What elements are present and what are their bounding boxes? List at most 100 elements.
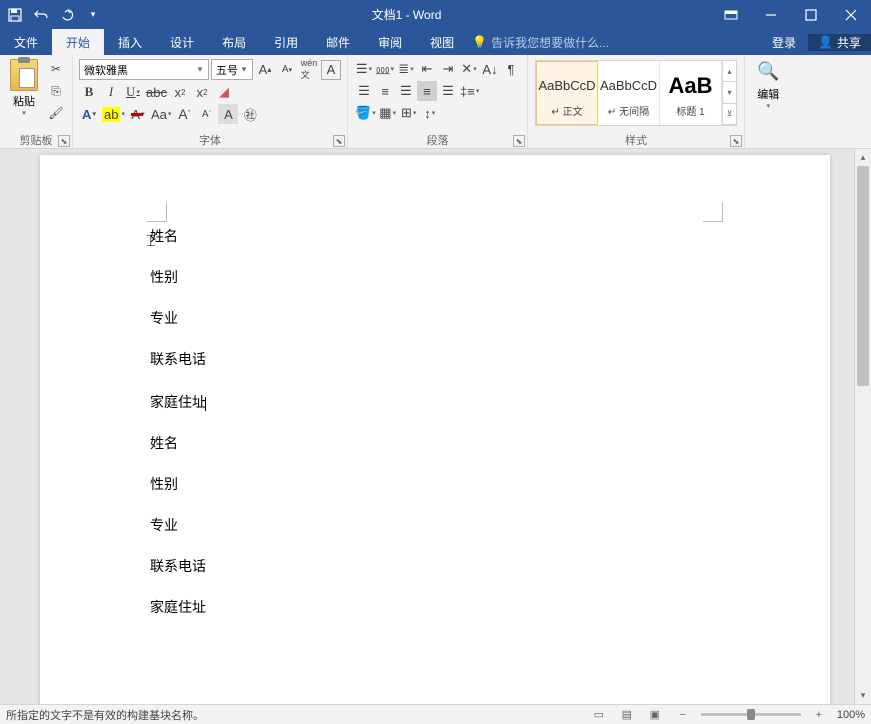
gallery-more-button[interactable]: ⊻ xyxy=(723,104,736,125)
multilevel-button[interactable]: ≣▾ xyxy=(396,59,416,79)
tab-layout[interactable]: 布局 xyxy=(208,29,260,55)
format-painter-button[interactable]: 🖌 xyxy=(46,103,66,123)
doc-line[interactable]: 专业 xyxy=(150,313,206,327)
font-color-button[interactable]: A▾ xyxy=(128,104,148,124)
doc-line[interactable]: 联系电话 xyxy=(150,561,206,575)
bold-button[interactable]: B xyxy=(79,82,99,102)
tab-insert[interactable]: 插入 xyxy=(104,29,156,55)
style-no-spacing[interactable]: AaBbCcD ↵ 无间隔 xyxy=(598,61,660,125)
page[interactable]: ⌶ 姓名 性别 专业 联系电话 家庭住址 姓名 性别 专业 联系电话 家庭住址 xyxy=(40,155,830,704)
editing-button[interactable]: 🔍 编辑 ▾ xyxy=(749,57,787,114)
char-border-button[interactable]: A xyxy=(321,60,341,80)
grow-font-button[interactable]: A▴ xyxy=(255,60,275,80)
sort-button[interactable]: A↓ xyxy=(480,59,500,79)
share-button[interactable]: 👤 共享 xyxy=(808,34,871,51)
doc-line[interactable]: 姓名 xyxy=(150,438,206,452)
subscript-button[interactable]: x2 xyxy=(170,82,190,102)
doc-line[interactable]: 性别 xyxy=(150,272,206,286)
doc-line[interactable]: 性别 xyxy=(150,479,206,493)
align-right-button[interactable]: ☰ xyxy=(396,81,416,101)
web-layout-button[interactable]: ▣ xyxy=(645,707,665,723)
save-icon[interactable] xyxy=(6,6,24,24)
paragraph-launcher[interactable]: ⬊ xyxy=(513,135,525,147)
styles-launcher[interactable]: ⬊ xyxy=(730,135,742,147)
borders-button[interactable]: ▦▾ xyxy=(378,103,398,123)
scroll-down-button[interactable]: ▾ xyxy=(855,687,871,704)
qa-dropdown-icon[interactable]: ▾ xyxy=(84,6,102,24)
clear-formatting-button[interactable]: ◢ xyxy=(214,82,234,102)
text-effects-button[interactable]: A▾ xyxy=(79,104,99,124)
gallery-down-button[interactable]: ▾ xyxy=(723,82,736,103)
phonetic-guide-button[interactable]: wén文 xyxy=(299,60,319,80)
tab-home[interactable]: 开始 xyxy=(52,29,104,55)
doc-line[interactable]: 姓名 xyxy=(150,231,206,245)
undo-icon[interactable] xyxy=(32,6,50,24)
decrease-indent-button[interactable]: ⇤ xyxy=(417,59,437,79)
scroll-up-button[interactable]: ▴ xyxy=(855,149,871,166)
login-button[interactable]: 登录 xyxy=(760,34,808,51)
tell-me-search[interactable]: 💡 告诉我您想要做什么... xyxy=(468,29,609,55)
gallery-up-button[interactable]: ▴ xyxy=(723,61,736,82)
style-normal[interactable]: AaBbCcD ↵ 正文 xyxy=(536,61,598,125)
maximize-button[interactable] xyxy=(791,0,831,29)
cut-button[interactable]: ✂ xyxy=(46,59,66,79)
scroll-thumb[interactable] xyxy=(857,166,869,386)
underline-button[interactable]: U▾ xyxy=(123,82,143,102)
scroll-track[interactable] xyxy=(855,166,871,687)
clipboard-launcher[interactable]: ⬊ xyxy=(58,135,70,147)
close-button[interactable] xyxy=(831,0,871,29)
doc-line[interactable]: 家庭住址 xyxy=(150,602,206,616)
bulb-icon: 💡 xyxy=(472,35,487,49)
bullets-button[interactable]: ☰▾ xyxy=(354,59,374,79)
font-size-combo[interactable]: 五号 ▾ xyxy=(211,59,253,80)
zoom-out-button[interactable]: − xyxy=(673,707,693,723)
read-mode-button[interactable]: ▭ xyxy=(589,707,609,723)
style-heading1[interactable]: AaB 标题 1 xyxy=(660,61,722,125)
show-marks-button[interactable]: ¶ xyxy=(501,59,521,79)
italic-button[interactable]: I xyxy=(101,82,121,102)
shading-button[interactable]: 🪣▾ xyxy=(354,103,377,123)
justify-button[interactable]: ≡ xyxy=(417,81,437,101)
redo-icon[interactable] xyxy=(58,6,76,24)
superscript-button[interactable]: x2 xyxy=(192,82,212,102)
strikethrough-button[interactable]: abc xyxy=(145,82,168,102)
zoom-slider[interactable] xyxy=(701,713,801,716)
minimize-button[interactable] xyxy=(751,0,791,29)
print-layout-button[interactable]: ▤ xyxy=(617,707,637,723)
tab-view[interactable]: 视图 xyxy=(416,29,468,55)
tab-references[interactable]: 引用 xyxy=(260,29,312,55)
tab-review[interactable]: 审阅 xyxy=(364,29,416,55)
shrink-font-button[interactable]: A▾ xyxy=(277,60,297,80)
snap-grid-button[interactable]: ⊞▾ xyxy=(399,103,419,123)
font-name-combo[interactable]: 微软雅黑 ▾ xyxy=(79,59,209,80)
tab-file[interactable]: 文件 xyxy=(0,29,52,55)
asian-layout-button[interactable]: ✕▾ xyxy=(459,59,479,79)
tab-mailings[interactable]: 邮件 xyxy=(312,29,364,55)
grow-font2-button[interactable]: Aˆ xyxy=(174,104,194,124)
numbering-button[interactable]: ⅏▾ xyxy=(375,59,395,79)
char-shading-button[interactable]: A xyxy=(218,104,238,124)
document-scroll[interactable]: ⌶ 姓名 性别 专业 联系电话 家庭住址 姓名 性别 专业 联系电话 家庭住址 xyxy=(0,149,854,704)
shrink-font2-button[interactable]: Aˇ xyxy=(196,104,216,124)
text-direction-button[interactable]: ↕▾ xyxy=(420,103,440,123)
zoom-level[interactable]: 100% xyxy=(837,709,865,721)
font-launcher[interactable]: ⬊ xyxy=(333,135,345,147)
doc-line[interactable]: 家庭住址 xyxy=(150,395,206,411)
copy-button[interactable]: ⎘ xyxy=(46,81,66,101)
enclose-char-button[interactable]: ㊓ xyxy=(240,104,260,124)
doc-line[interactable]: 联系电话 xyxy=(150,354,206,368)
zoom-in-button[interactable]: + xyxy=(809,707,829,723)
paste-button[interactable]: 粘贴 ▾ xyxy=(4,57,44,119)
distribute-button[interactable]: ☰ xyxy=(438,81,458,101)
align-left-button[interactable]: ☰ xyxy=(354,81,374,101)
increase-indent-button[interactable]: ⇥ xyxy=(438,59,458,79)
ribbon-display-icon[interactable] xyxy=(711,0,751,29)
change-case-button[interactable]: Aa▾ xyxy=(150,104,172,124)
line-spacing-button[interactable]: ‡≡▾ xyxy=(459,81,480,101)
doc-line[interactable]: 专业 xyxy=(150,520,206,534)
highlight-button[interactable]: ab▾ xyxy=(101,104,126,124)
align-center-button[interactable]: ≡ xyxy=(375,81,395,101)
vertical-scrollbar[interactable]: ▴ ▾ xyxy=(854,149,871,704)
tab-design[interactable]: 设计 xyxy=(156,29,208,55)
page-content[interactable]: 姓名 性别 专业 联系电话 家庭住址 姓名 性别 专业 联系电话 家庭住址 xyxy=(150,231,206,643)
